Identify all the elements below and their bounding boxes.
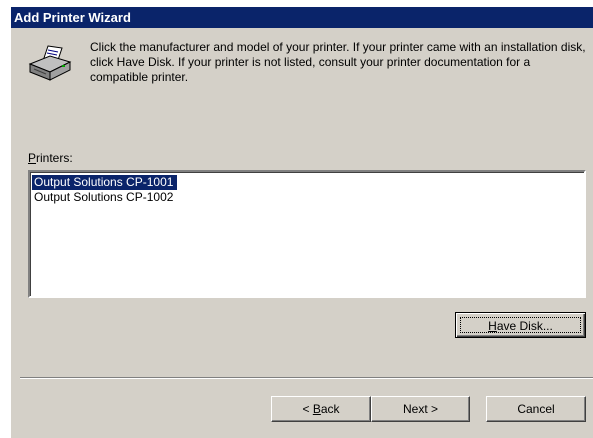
back-button[interactable]: < Back (271, 396, 371, 422)
focus-rectangle: Have Disk... (460, 317, 581, 333)
separator-line (20, 377, 593, 379)
printers-label-accelerator: P (28, 151, 37, 165)
have-disk-button[interactable]: Have Disk... (455, 312, 586, 338)
back-prefix: < (302, 402, 313, 416)
printer-icon (26, 44, 74, 84)
next-button[interactable]: Next > (371, 396, 470, 422)
back-accelerator: B (312, 402, 321, 416)
instructions-text: Click the manufacturer and model of your… (90, 40, 586, 84)
window-title: Add Printer Wizard (14, 10, 131, 25)
printers-label-text: rinters: (36, 151, 73, 165)
left-backdrop (0, 0, 11, 438)
back-label: ack (320, 402, 340, 416)
top-backdrop (0, 0, 593, 7)
have-disk-accelerator: H (488, 319, 497, 333)
printers-listbox[interactable]: Output Solutions CP-1001 Output Solution… (28, 170, 586, 298)
cancel-button[interactable]: Cancel (486, 396, 586, 422)
printers-label: Printers: (28, 151, 73, 165)
add-printer-wizard-window: Add Printer Wizard Click the manufacture… (0, 0, 593, 438)
title-bar[interactable]: Add Printer Wizard (11, 7, 593, 28)
list-item[interactable]: Output Solutions CP-1001 (32, 175, 178, 190)
have-disk-label: ave Disk... (496, 319, 553, 333)
list-item[interactable]: Output Solutions CP-1002 (32, 190, 177, 205)
